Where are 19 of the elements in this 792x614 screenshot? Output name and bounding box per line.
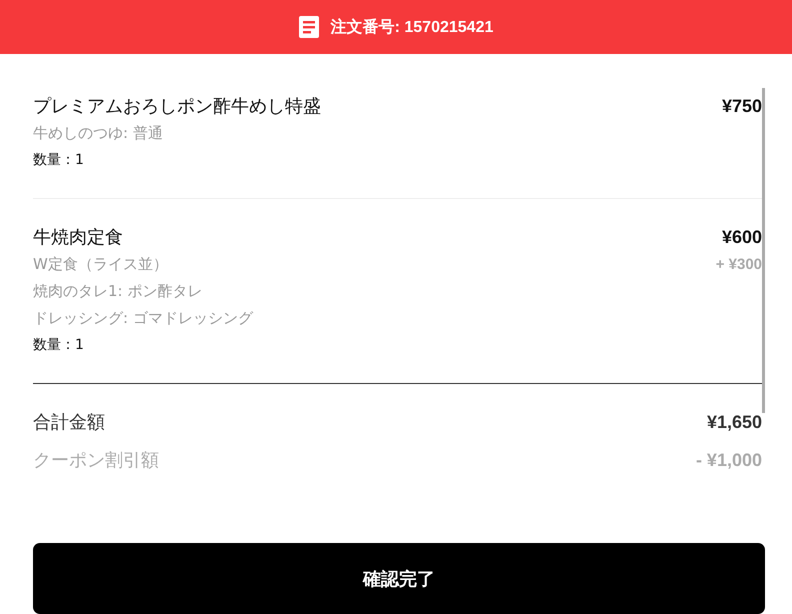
scrollbar[interactable] xyxy=(762,88,765,413)
item-option: 焼肉のタレ1: ポン酢タレ xyxy=(33,282,202,301)
summary-label: 合計金額 xyxy=(33,411,105,434)
order-number: 注文番号: 1570215421 xyxy=(330,17,494,38)
summary-value: - ¥1,000 xyxy=(696,450,762,471)
item-price: ¥600 xyxy=(722,227,762,248)
item-option: W定食（ライス並） xyxy=(33,255,168,274)
item-name: 牛焼肉定食 xyxy=(33,226,123,249)
option-price: + ¥300 xyxy=(716,256,762,273)
summary-value: ¥1,650 xyxy=(706,412,762,433)
document-icon xyxy=(298,16,319,38)
item-option: ドレッシング: ゴマドレッシング xyxy=(33,309,253,328)
summary-label: クーポン割引額 xyxy=(33,449,159,472)
item-quantity: 数量：1 xyxy=(33,336,84,354)
confirm-button[interactable]: 確認完了 xyxy=(33,543,765,614)
item-option: 牛めしのつゆ: 普通 xyxy=(33,124,163,143)
item-quantity: 数量：1 xyxy=(33,151,84,169)
item-name: プレミアムおろしポン酢牛めし特盛 xyxy=(33,95,321,118)
item-price: ¥750 xyxy=(722,96,762,117)
